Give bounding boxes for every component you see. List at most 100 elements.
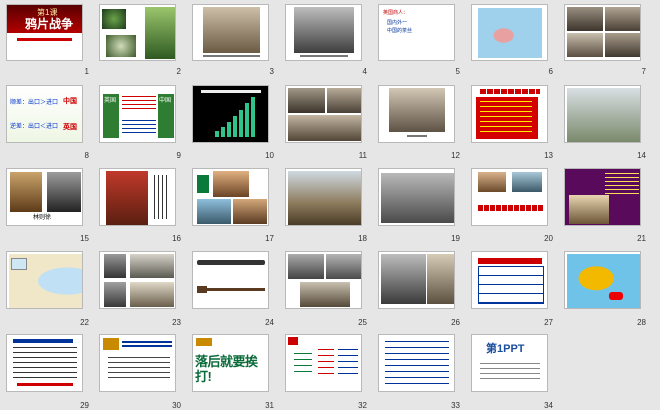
logo-box: [288, 337, 298, 345]
label-tag: [197, 175, 209, 193]
slide-thumbnail-23[interactable]: [99, 251, 176, 309]
slide-thumbnail-1[interactable]: 第1课 鸦片战争: [6, 4, 83, 61]
cannon-drawing: [197, 260, 265, 265]
summary-text: [17, 383, 73, 386]
slide-thumbnail-20[interactable]: [471, 168, 548, 226]
slide-thumbnail-17[interactable]: [192, 168, 269, 226]
slide-thumbnail-33[interactable]: [378, 334, 455, 392]
slide-thumbnail-7[interactable]: [564, 4, 641, 61]
scene-photo: [478, 172, 506, 192]
slide-thumbnail-15[interactable]: 林则徐: [6, 168, 83, 226]
slide-thumbnail-21[interactable]: [564, 168, 641, 226]
headline-text: 落后就要挨打!: [195, 354, 258, 384]
vertical-text: [154, 175, 170, 219]
world-map: [478, 8, 542, 58]
slide-thumbnail-11[interactable]: [285, 85, 362, 143]
slide-thumbnail-29[interactable]: [6, 334, 83, 392]
question-text: [122, 341, 172, 349]
slide-number-29: 29: [80, 401, 89, 410]
brand-text: [480, 363, 540, 381]
slide-number-27: 27: [544, 318, 553, 327]
history-photo: [288, 254, 324, 279]
burning-opium-painting: [288, 171, 361, 225]
slide-thumbnail-27[interactable]: [471, 251, 548, 309]
signing-photo: [381, 254, 426, 304]
slide-text-line: 顺差：出口＞进口: [10, 100, 59, 106]
warehouse-photo: [294, 7, 354, 53]
slide-number-12: 12: [451, 151, 460, 160]
slide-thumbnail-9[interactable]: 英国 中国: [99, 85, 176, 143]
bar-chart-bar: [221, 127, 225, 137]
slide-thumbnail-31[interactable]: 落后就要挨打!: [192, 334, 269, 392]
slide-title: 鸦片战争: [25, 17, 74, 31]
slide-thumbnail-3[interactable]: [192, 4, 269, 61]
slide-thumbnail-28[interactable]: [564, 251, 641, 309]
table-header: [478, 258, 542, 264]
think-badge: [103, 338, 119, 350]
slide-thumbnail-10[interactable]: [192, 85, 269, 143]
portrait-photo: [104, 282, 126, 307]
slide-thumbnail-4[interactable]: [285, 4, 362, 61]
ship-painting: [569, 195, 609, 224]
slide-thumbnail-19[interactable]: [378, 168, 455, 226]
lesson-label: 第1课: [37, 8, 58, 17]
slide-number-15: 15: [80, 234, 89, 243]
slide-thumbnail-12[interactable]: [378, 85, 455, 143]
slide-thumbnail-8[interactable]: 顺差：出口＞进口 逆差：出口＜进口 中国 英国: [6, 85, 83, 143]
relief-carving-photo: [381, 173, 454, 223]
slide-thumbnail-18[interactable]: [285, 168, 362, 226]
map-inset: [11, 258, 27, 270]
caption-bar: [203, 55, 260, 57]
caption-bar: [300, 55, 348, 57]
slide-thumbnail-13[interactable]: [471, 85, 548, 143]
slide-number-33: 33: [451, 401, 460, 410]
slide-number-14: 14: [637, 151, 646, 160]
slide-thumbnail-34[interactable]: 第1PPT: [471, 334, 548, 392]
slide-number-2: 2: [176, 67, 181, 76]
slide-thumbnail-14[interactable]: [564, 85, 641, 143]
scene-photo: [233, 199, 267, 224]
slide-text-line: 国内外一: [387, 20, 408, 26]
slide-thumbnail-24[interactable]: [192, 251, 269, 309]
slide-number-23: 23: [172, 318, 181, 327]
slide-thumbnail-2[interactable]: [99, 4, 176, 61]
slide-number-4: 4: [362, 67, 367, 76]
question-text: [478, 205, 544, 211]
brand-logo: 第1PPT: [486, 343, 525, 355]
poppy-photo: [102, 9, 126, 29]
slide-thumbnail-6[interactable]: [471, 4, 548, 61]
slide-number-1: 1: [84, 67, 89, 76]
ship-photo: [203, 7, 260, 53]
slide-thumbnail-32[interactable]: [285, 334, 362, 392]
portrait-painting: [106, 171, 148, 225]
portrait-painting: [10, 172, 42, 212]
slide-number-32: 32: [358, 401, 367, 410]
slide-number-13: 13: [544, 151, 553, 160]
smokers-photo: [389, 88, 445, 132]
slide-thumbnail-25[interactable]: [285, 251, 362, 309]
bar-chart-bar: [251, 97, 255, 137]
slide-number-20: 20: [544, 234, 553, 243]
text-block: [605, 173, 639, 195]
portrait-caption: 林则徐: [33, 215, 52, 221]
slide-thumbnail-30[interactable]: [99, 334, 176, 392]
bar-chart-bar: [233, 116, 237, 137]
scene-photo: [213, 171, 249, 197]
slide-thumbnail-22[interactable]: [6, 251, 83, 309]
text-block: [122, 120, 156, 134]
slide-thumbnail-16[interactable]: [99, 168, 176, 226]
opium-den-photo: [327, 88, 361, 113]
scene-photo: [512, 172, 542, 192]
portrait-photo: [104, 254, 126, 278]
history-photo: [567, 7, 603, 31]
slide-number-5: 5: [455, 67, 460, 76]
slide-thumbnail-5[interactable]: 英国商人： 国内外一 中国的茶丝: [378, 4, 455, 61]
history-photo: [567, 33, 603, 57]
slide-thumbnail-26[interactable]: [378, 251, 455, 309]
slide-number-6: 6: [548, 67, 553, 76]
caption-bar: [407, 135, 427, 137]
slide-number-3: 3: [269, 67, 274, 76]
mind-map-branch: [318, 349, 334, 379]
slide-number-17: 17: [265, 234, 274, 243]
slide-number-8: 8: [84, 151, 89, 160]
